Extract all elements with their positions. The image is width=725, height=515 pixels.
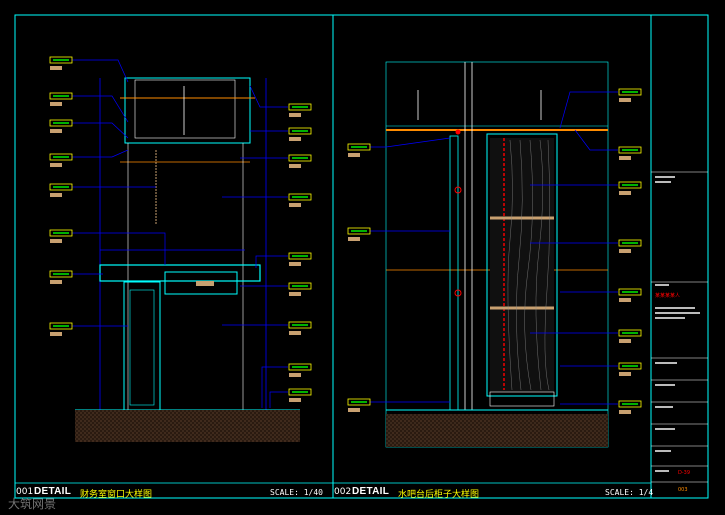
detail-001-drawing <box>72 59 300 442</box>
detail-002-drawing <box>370 61 618 448</box>
annotation-tag <box>49 92 73 106</box>
annotation-tag <box>49 270 73 284</box>
detail-002-title: 水吧台后柜子大样图 <box>398 490 480 500</box>
annotation-tag <box>618 288 642 302</box>
title-block-red-label: 某某某某人 <box>655 293 681 299</box>
annotation-tag <box>288 127 312 141</box>
annotation-tag <box>49 322 73 336</box>
annotation-tag <box>347 227 371 241</box>
detail-002-number: 002 <box>334 487 352 497</box>
annotation-tag <box>618 146 642 160</box>
annotation-tag <box>288 321 312 335</box>
detail-001-title: 财务室窗口大样图 <box>80 490 153 500</box>
annotation-tag <box>288 193 312 207</box>
title-block <box>651 171 708 483</box>
annotation-tag <box>618 329 642 343</box>
annotation-tag <box>288 282 312 296</box>
annotation-tag <box>288 154 312 168</box>
annotation-tag <box>288 363 312 377</box>
title-block-sheet-code: 003 <box>678 487 688 493</box>
annotation-tag <box>347 398 371 412</box>
annotation-tag <box>49 153 73 167</box>
watermark: 大筑网景 <box>8 497 57 511</box>
annotation-tag <box>288 388 312 402</box>
annotation-tag <box>618 181 642 195</box>
annotation-tag <box>288 103 312 117</box>
detail-001-scale: SCALE: 1/40 <box>270 488 323 497</box>
annotation-tag <box>618 88 642 102</box>
title-block-drawing-no: D-39 <box>678 470 691 476</box>
annotation-tag <box>49 229 73 243</box>
annotation-tag <box>347 143 371 157</box>
detail-002-label: DETAIL <box>352 486 390 497</box>
annotation-tag <box>49 56 73 70</box>
annotation-tag <box>618 362 642 376</box>
cad-drawing-sheet <box>14 14 709 499</box>
detail-002-scale: SCALE: 1/4 <box>605 488 654 497</box>
annotation-tag <box>618 400 642 414</box>
annotation-tag <box>288 252 312 266</box>
annotation-tag <box>618 239 642 253</box>
annotation-tag <box>49 183 73 197</box>
annotation-tag <box>49 119 73 133</box>
